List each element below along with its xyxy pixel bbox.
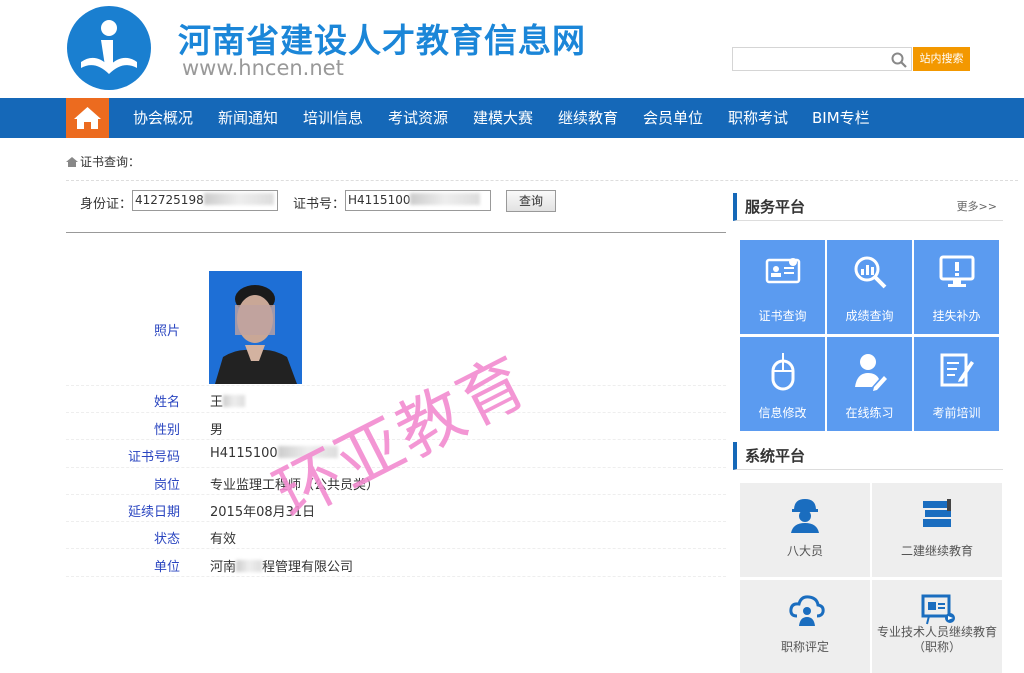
nav-item-training[interactable]: 培训信息 <box>303 98 363 138</box>
breadcrumb-label: 证书查询： <box>80 155 141 169</box>
service-more-link[interactable]: 更多>> <box>957 193 997 221</box>
record-row-renew-date: 延续日期 2015年08月31日 <box>66 495 726 522</box>
divider <box>66 180 1018 181</box>
system-panel-title: 系统平台 <box>733 442 1003 470</box>
system-second-builder-edu[interactable]: 二建继续教育 <box>872 483 1002 577</box>
monitor-alert-icon <box>939 255 975 287</box>
service-panel-title: 服务平台 更多>> <box>733 193 1003 221</box>
mouse-icon <box>771 353 795 391</box>
record-row-photo: 照片 <box>66 260 726 386</box>
worker-icon <box>791 499 819 533</box>
nav-item-exam-resources[interactable]: 考试资源 <box>388 98 448 138</box>
cert-number-row-label: 证书号码 <box>127 450 180 465</box>
chart-search-icon <box>854 256 887 289</box>
renew-date-label: 延续日期 <box>127 505 180 520</box>
home-small-icon <box>66 157 78 167</box>
form-separator <box>66 232 726 233</box>
nav-item-about[interactable]: 协会概况 <box>133 98 193 138</box>
service-online-practice[interactable]: 在线练习 <box>827 337 912 431</box>
query-button[interactable]: 查询 <box>506 190 556 212</box>
person-photo <box>209 271 302 384</box>
id-card-label: 身份证： <box>80 197 133 212</box>
books-icon <box>923 499 951 527</box>
cloud-user-icon <box>789 595 825 626</box>
system-eight-roles[interactable]: 八大员 <box>740 483 870 577</box>
name-label: 姓名 <box>153 395 180 410</box>
home-icon <box>74 107 101 129</box>
service-cert-query[interactable]: 证书查询 <box>740 240 825 334</box>
gender-label: 性别 <box>153 423 180 438</box>
gender-value: 男 <box>210 423 224 438</box>
certificate-icon <box>765 258 801 284</box>
breadcrumb: 证书查询： <box>66 153 140 170</box>
nav-home-button[interactable] <box>66 98 109 138</box>
id-card-input[interactable]: 41272519​8 <box>132 190 278 211</box>
nav-item-title-exam[interactable]: 职称考试 <box>728 98 788 138</box>
main-nav: 协会概况 新闻通知 培训信息 考试资源 建模大赛 继续教育 会员单位 职称考试 … <box>0 98 1024 138</box>
site-search-input[interactable] <box>732 47 912 71</box>
nav-item-continuing-education[interactable]: 继续教育 <box>558 98 618 138</box>
presentation-icon <box>921 594 955 625</box>
photo-label: 照片 <box>153 324 180 339</box>
status-label: 状态 <box>153 532 180 547</box>
system-title-evaluation[interactable]: 职称评定 <box>740 580 870 673</box>
nav-item-news[interactable]: 新闻通知 <box>218 98 278 138</box>
name-value: 王 <box>210 391 246 410</box>
status-value: 有效 <box>210 532 237 547</box>
site-header: 河南省建设人才教育信息网 www.hncen.net 站内搜索 <box>0 0 1024 98</box>
site-title: 河南省建设人才教育信息网 <box>178 21 586 60</box>
service-score-query[interactable]: 成绩查询 <box>827 240 912 334</box>
unit-value: 河南 程管理有限公司 <box>210 560 354 575</box>
nav-item-bim[interactable]: BIM专栏 <box>812 98 870 138</box>
record-row-status: 状态 有效 <box>66 522 726 549</box>
record-row-unit: 单位 河南 程管理有限公司 <box>66 549 726 577</box>
site-url: www.hncen.net <box>182 56 344 80</box>
service-loss-report[interactable]: 挂失补办 <box>914 240 999 334</box>
site-search-button[interactable]: 站内搜索 <box>913 47 970 71</box>
cert-number-label: 证书号： <box>293 197 346 212</box>
search-icon[interactable] <box>891 52 907 68</box>
cert-number-input[interactable]: H4115100 <box>345 190 491 211</box>
user-edit-icon <box>855 354 887 391</box>
site-logo[interactable] <box>67 6 151 90</box>
service-info-edit[interactable]: 信息修改 <box>740 337 825 431</box>
system-professional-edu[interactable]: 专业技术人员继续教育（职称） <box>872 580 1002 673</box>
nav-item-modeling-contest[interactable]: 建模大赛 <box>473 98 533 138</box>
service-pre-exam-training[interactable]: 考前培训 <box>914 337 999 431</box>
unit-label: 单位 <box>153 560 180 575</box>
position-label: 岗位 <box>153 478 180 493</box>
document-edit-icon <box>940 353 974 387</box>
nav-item-members[interactable]: 会员单位 <box>643 98 703 138</box>
